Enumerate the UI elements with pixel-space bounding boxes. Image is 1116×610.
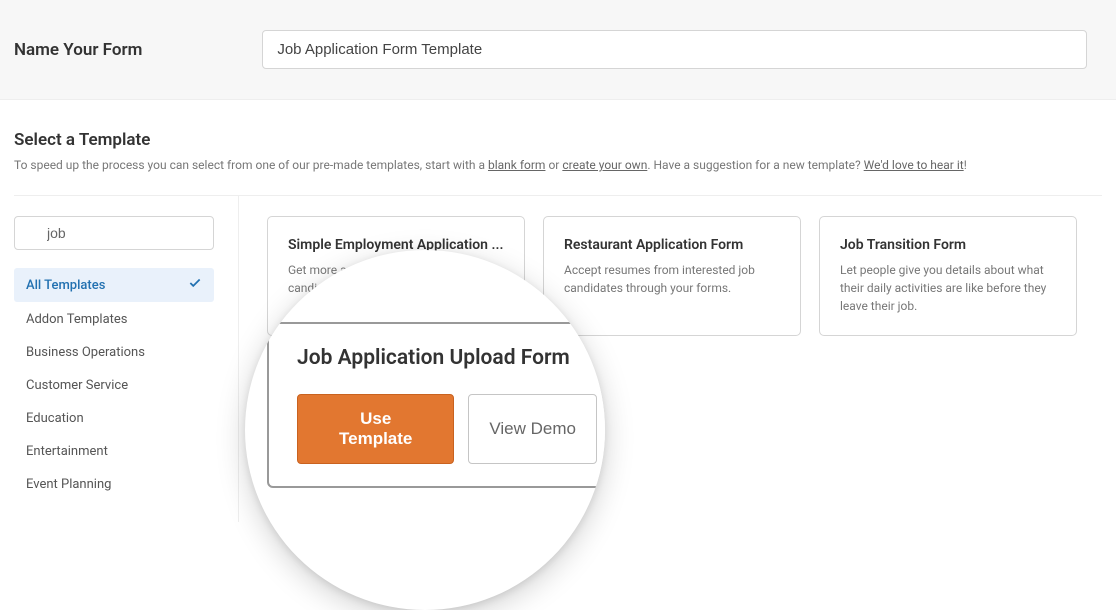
sidebar-item-event-planning[interactable]: Event Planning [14, 469, 214, 500]
subtitle-text-or: or [545, 158, 562, 172]
filter-label: All Templates [26, 278, 105, 293]
magnified-buttons: Use Template View Demo [297, 394, 597, 464]
check-icon [188, 276, 202, 294]
feedback-link[interactable]: We'd love to hear it [864, 158, 964, 172]
search-wrapper [14, 216, 214, 268]
form-name-input[interactable] [262, 30, 1087, 69]
sidebar-item-business-operations[interactable]: Business Operations [14, 337, 214, 368]
use-template-button[interactable]: Use Template [297, 394, 454, 464]
magnified-template-card: Job Application Upload Form Use Template… [267, 322, 605, 488]
sidebar-item-customer-service[interactable]: Customer Service [14, 370, 214, 401]
sidebar-item-addon-templates[interactable]: Addon Templates [14, 304, 214, 335]
template-card-desc: Let people give you details about what t… [840, 261, 1056, 315]
subtitle-text-1: To speed up the process you can select f… [14, 158, 488, 172]
section-title: Select a Template [14, 130, 1102, 150]
section-header: Select a Template To speed up the proces… [0, 100, 1116, 195]
filter-label: Event Planning [26, 477, 111, 492]
template-card-title: Restaurant Application Form [564, 237, 780, 253]
template-card-title: Job Transition Form [840, 237, 1056, 253]
template-card-desc: Accept resumes from interested job candi… [564, 261, 780, 297]
filter-label: Customer Service [26, 378, 128, 393]
filter-label: Addon Templates [26, 312, 128, 327]
section-subtitle: To speed up the process you can select f… [14, 156, 1102, 175]
sidebar-item-education[interactable]: Education [14, 403, 214, 434]
magnifier-lens: Job Application Upload Form Use Template… [245, 250, 605, 610]
template-card-restaurant[interactable]: Restaurant Application Form Accept resum… [543, 216, 801, 336]
filter-list: All Templates Addon Templates Business O… [14, 268, 238, 500]
sidebar: All Templates Addon Templates Business O… [14, 196, 239, 522]
view-demo-button[interactable]: View Demo [468, 394, 597, 464]
sidebar-item-all-templates[interactable]: All Templates [14, 268, 214, 302]
template-card-title: Simple Employment Application ... [288, 237, 504, 253]
subtitle-text-end: ! [964, 158, 967, 172]
filter-label: Business Operations [26, 345, 145, 360]
search-input[interactable] [14, 216, 214, 250]
form-name-label: Name Your Form [14, 40, 142, 60]
header-bar: Name Your Form [0, 0, 1116, 100]
blank-form-link[interactable]: blank form [488, 158, 545, 172]
create-your-own-link[interactable]: create your own [562, 158, 647, 172]
template-card-transition[interactable]: Job Transition Form Let people give you … [819, 216, 1077, 336]
magnified-template-title: Job Application Upload Form [297, 346, 597, 370]
filter-label: Entertainment [26, 444, 108, 459]
subtitle-text-mid: . Have a suggestion for a new template? [647, 158, 863, 172]
sidebar-item-entertainment[interactable]: Entertainment [14, 436, 214, 467]
filter-label: Education [26, 411, 84, 426]
